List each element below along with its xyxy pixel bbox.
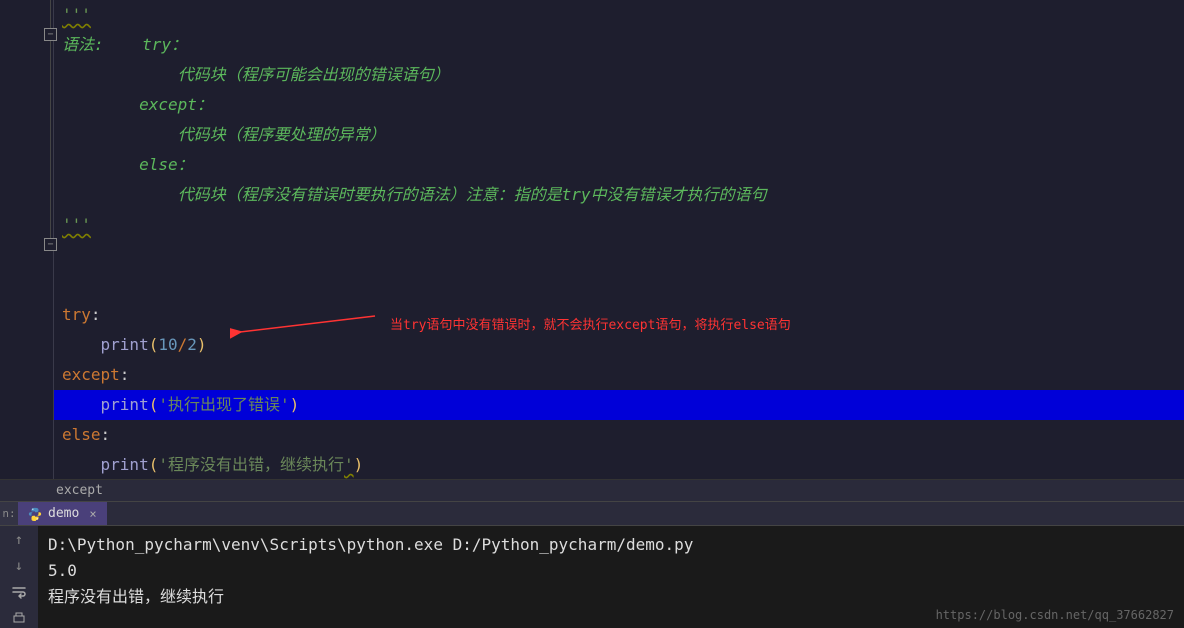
close-icon[interactable]: × [89, 507, 96, 521]
python-file-icon [28, 507, 42, 521]
scroll-down-icon[interactable]: ↓ [9, 556, 29, 576]
console-line: D:\Python_pycharm\venv\Scripts\python.ex… [48, 532, 1174, 558]
annotation-arrow-icon [230, 310, 380, 340]
docstring-text: except： [139, 95, 213, 114]
console-line: 程序没有出错，继续执行 [48, 584, 1174, 610]
docstring-text: 代码块（程序要处理的异常） [178, 125, 386, 144]
docstring-text: 语法: [62, 35, 104, 54]
code-editor[interactable]: − − ''' 语法: try： 代码块（程序可能会出现的错误语句） excep… [0, 0, 1184, 480]
except-keyword: except [62, 365, 120, 384]
tab-prefix: n: [0, 502, 18, 525]
docstring-open: ''' [62, 5, 91, 24]
annotation-text: 当try语句中没有错误时，就不会执行except语句，将执行else语句 [390, 314, 791, 333]
soft-wrap-icon[interactable] [9, 582, 29, 602]
watermark-text: https://blog.csdn.net/qq_37662827 [936, 608, 1174, 622]
breadcrumb[interactable]: except [0, 480, 1184, 502]
docstring-text: 代码块（程序可能会出现的错误语句） [178, 65, 450, 84]
else-keyword: else [62, 425, 101, 444]
docstring-text: 代码块（程序没有错误时要执行的语法）注意：指的是try中没有错误才执行的语句 [178, 185, 767, 204]
run-config-tab[interactable]: demo × [18, 502, 107, 525]
docstring-text: else： [139, 155, 194, 174]
try-keyword: try [62, 305, 91, 324]
code-content[interactable]: ''' 语法: try： 代码块（程序可能会出现的错误语句） except： 代… [62, 0, 1184, 480]
run-tab-bar: n: demo × [0, 502, 1184, 526]
fold-toggle-icon[interactable]: − [44, 238, 57, 251]
print-call: print [101, 335, 149, 354]
docstring-close: ''' [62, 215, 91, 234]
breadcrumb-item[interactable]: except [56, 483, 103, 498]
console-line: 5.0 [48, 558, 1174, 584]
fold-toggle-icon[interactable]: − [44, 28, 57, 41]
editor-gutter: − − [0, 0, 54, 479]
print-icon[interactable] [9, 608, 29, 628]
run-tab-label: demo [48, 506, 79, 521]
console-toolbar: ↑ ↓ [0, 526, 38, 628]
scroll-up-icon[interactable]: ↑ [9, 530, 29, 550]
